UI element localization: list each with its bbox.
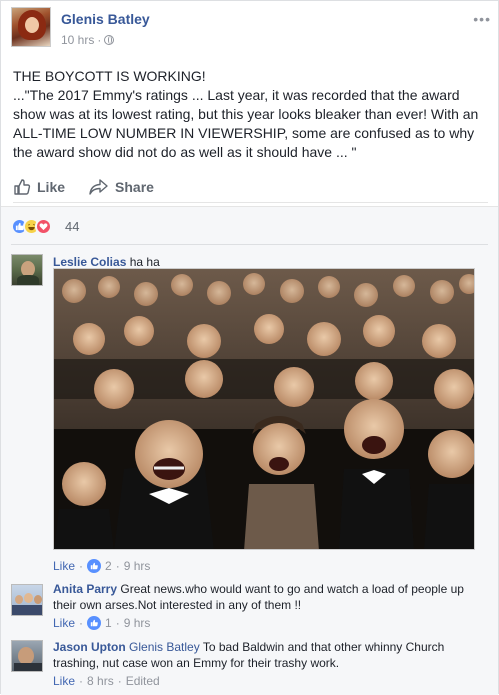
laughing-audience-gif[interactable] [53, 268, 475, 550]
comment-body: Anita Parry Great news.who would want to… [53, 581, 485, 613]
thumbs-up-icon [87, 616, 102, 630]
comment-meta: Like · 2 · 9 hrs [53, 559, 151, 573]
author-avatar[interactable] [11, 7, 51, 47]
post-body: THE BOYCOTT IS WORKING! ..."The 2017 Emm… [13, 67, 488, 162]
commenter-avatar[interactable] [11, 254, 43, 286]
post-body-headline: THE BOYCOTT IS WORKING! [13, 68, 206, 84]
reaction-count[interactable]: 44 [65, 219, 79, 234]
comments-section: Leslie Colias ha ha Like · 2 · 9 hrs Ani… [1, 244, 498, 695]
thumbs-up-icon [87, 559, 102, 573]
post-body-quote: ..."The 2017 Emmy's ratings ... Last yea… [13, 87, 479, 160]
comment-time[interactable]: 9 hrs [124, 616, 151, 630]
commenter-name[interactable]: Anita Parry [53, 582, 117, 596]
comment-like-count[interactable]: 1 [105, 616, 112, 630]
post-time[interactable]: 10 hrs [61, 33, 94, 47]
commenter-avatar[interactable] [11, 584, 43, 616]
commenter-avatar[interactable] [11, 640, 43, 672]
comment-text: ha ha [129, 255, 160, 269]
commenter-name[interactable]: Jason Upton [53, 640, 126, 654]
comments-divider [11, 244, 488, 245]
love-reaction-icon [35, 218, 52, 235]
mention-link[interactable]: Glenis Batley [129, 640, 200, 654]
thumbs-up-icon [14, 178, 31, 195]
post-meta: 10 hrs · [61, 33, 115, 47]
like-button[interactable]: Like [13, 178, 65, 196]
comment-like-link[interactable]: Like [53, 559, 75, 573]
comment-like-link[interactable]: Like [53, 674, 75, 688]
post-actions: Like Share [13, 173, 488, 203]
share-button[interactable]: Share [89, 178, 154, 196]
comment-time[interactable]: 8 hrs [87, 674, 114, 688]
like-label: Like [37, 178, 66, 195]
share-label: Share [115, 178, 154, 195]
post-header: Glenis Batley 10 hrs · ••• [11, 7, 491, 51]
share-arrow-icon [89, 178, 108, 195]
reaction-icons [11, 218, 52, 235]
globe-icon [104, 35, 115, 45]
comment-body: Jason Upton Glenis Batley To bad Baldwin… [53, 639, 485, 671]
gif-image [54, 269, 474, 549]
comment-edited-label[interactable]: Edited [126, 674, 160, 688]
comment-like-count[interactable]: 2 [105, 559, 112, 573]
comment-meta: Like · 1 · 9 hrs [53, 616, 151, 630]
more-options-icon[interactable]: ••• [473, 11, 491, 27]
comment-time[interactable]: 9 hrs [124, 559, 151, 573]
commenter-name[interactable]: Leslie Colias [53, 255, 126, 269]
reactions-bar[interactable]: 44 [1, 206, 498, 244]
author-name[interactable]: Glenis Batley [61, 11, 150, 27]
comment-meta: Like · 8 hrs · Edited [53, 674, 160, 688]
facebook-post: Glenis Batley 10 hrs · ••• THE BOYCOTT I… [0, 0, 499, 695]
comment-like-link[interactable]: Like [53, 616, 75, 630]
